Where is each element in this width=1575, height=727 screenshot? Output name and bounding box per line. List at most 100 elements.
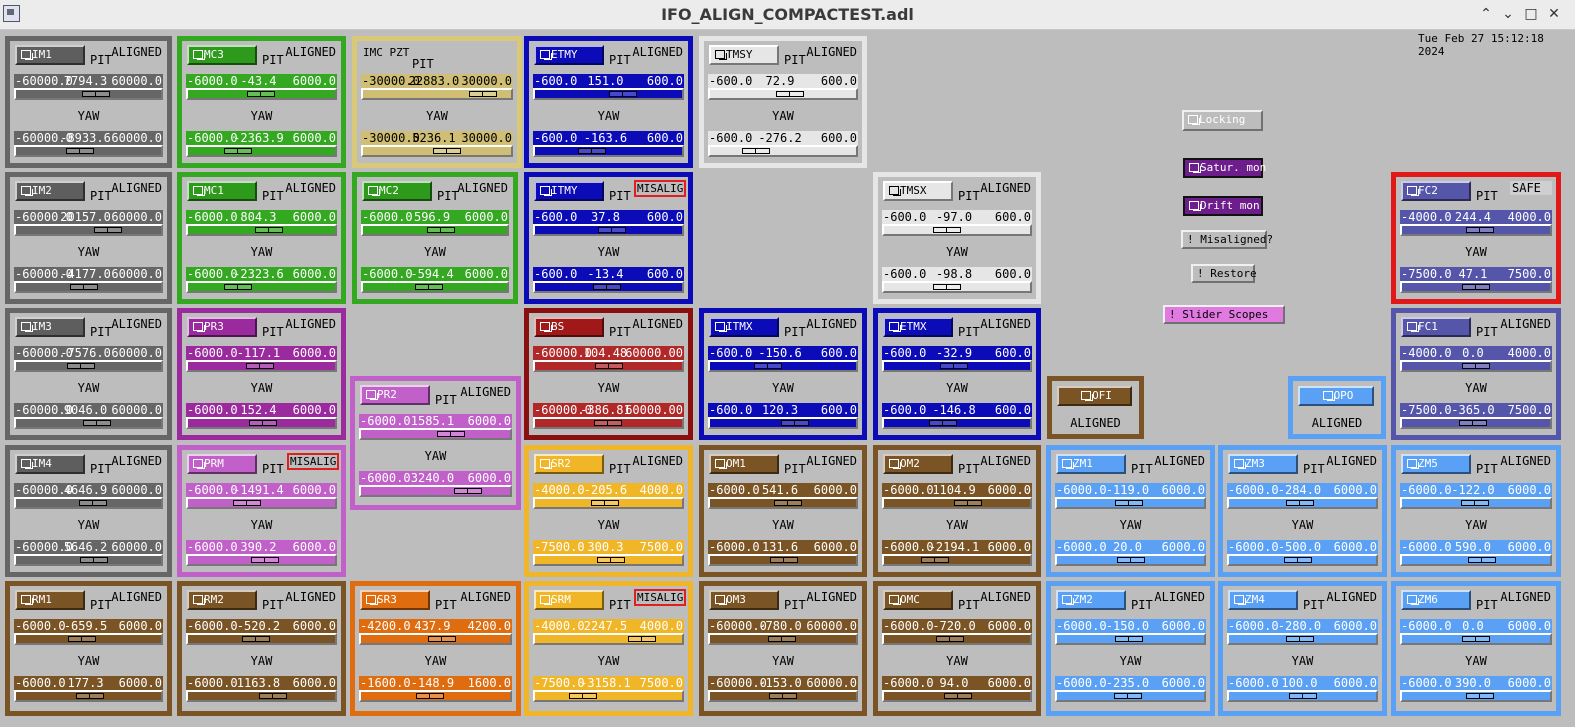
yaw-slider-thumb[interactable] — [259, 693, 287, 699]
yaw-slider-thumb[interactable] — [1466, 693, 1494, 699]
pit-slider-thumb[interactable] — [591, 500, 619, 506]
yaw-slider-thumb[interactable] — [249, 420, 277, 426]
yaw-slider[interactable] — [533, 417, 684, 429]
pit-slider[interactable] — [359, 633, 512, 645]
pit-slider-thumb[interactable] — [469, 91, 497, 97]
pit-slider-thumb[interactable] — [754, 363, 782, 369]
pit-slider[interactable] — [882, 360, 1032, 372]
pit-slider-thumb[interactable] — [233, 500, 261, 506]
yaw-slider-thumb[interactable] — [70, 284, 98, 290]
related-display-button-sr3[interactable]: SR3 — [360, 590, 430, 610]
related-display-button-etmy[interactable]: ETMY — [534, 45, 604, 65]
related-display-button-mc3[interactable]: MC3 — [187, 45, 257, 65]
yaw-slider-thumb[interactable] — [944, 693, 972, 699]
pit-slider-thumb[interactable] — [954, 500, 982, 506]
yaw-slider[interactable] — [14, 417, 163, 429]
pit-slider[interactable] — [1055, 633, 1206, 645]
pit-slider-thumb[interactable] — [1462, 363, 1490, 369]
yaw-slider-thumb[interactable] — [578, 148, 606, 154]
related-display-button-zm3[interactable]: ZM3 — [1228, 454, 1298, 474]
related-display-button-pr3[interactable]: PR3 — [187, 317, 257, 337]
pit-slider-thumb[interactable] — [1286, 636, 1314, 642]
pit-slider[interactable] — [186, 224, 337, 236]
pit-slider-thumb[interactable] — [437, 431, 465, 437]
yaw-slider[interactable] — [882, 281, 1032, 293]
pit-slider-thumb[interactable] — [94, 227, 122, 233]
pit-slider[interactable] — [361, 224, 509, 236]
related-display-button-tmsx[interactable]: TMSX — [883, 181, 953, 201]
related-display-button-om1[interactable]: OM1 — [709, 454, 779, 474]
pit-slider[interactable] — [186, 633, 337, 645]
yaw-slider[interactable] — [361, 145, 513, 157]
yaw-slider-thumb[interactable] — [66, 148, 94, 154]
yaw-slider[interactable] — [1227, 690, 1378, 702]
pit-slider[interactable] — [1400, 497, 1552, 509]
yaw-slider[interactable] — [533, 281, 684, 293]
pit-slider-thumb[interactable] — [609, 91, 637, 97]
locking-button[interactable]: Locking — [1182, 110, 1263, 131]
pit-slider[interactable] — [1227, 633, 1378, 645]
restore-button[interactable]: ! Restore — [1191, 264, 1257, 283]
related-display-button-etmx[interactable]: ETMX — [883, 317, 953, 337]
satur-mon-button[interactable]: Satur. mon — [1183, 158, 1266, 178]
pit-slider-thumb[interactable] — [774, 500, 802, 506]
collapse-icon[interactable]: ⌃ — [1476, 3, 1496, 25]
pit-slider[interactable] — [533, 88, 684, 100]
related-display-button-im4[interactable]: IM4 — [15, 454, 85, 474]
pit-slider-thumb[interactable] — [776, 91, 804, 97]
yaw-slider-thumb[interactable] — [83, 420, 111, 426]
yaw-slider[interactable] — [882, 690, 1032, 702]
yaw-slider-thumb[interactable] — [1462, 284, 1490, 290]
yaw-slider-thumb[interactable] — [1289, 693, 1317, 699]
pit-slider-thumb[interactable] — [242, 636, 270, 642]
pit-slider-thumb[interactable] — [1462, 636, 1490, 642]
related-display-button-om2[interactable]: OM2 — [883, 454, 953, 474]
related-display-button-om3[interactable]: OM3 — [709, 590, 779, 610]
pit-slider-thumb[interactable] — [628, 636, 656, 642]
pit-slider[interactable] — [186, 360, 337, 372]
related-display-button-omc[interactable]: OMC — [883, 590, 953, 610]
related-display-button-itmx[interactable]: ITMX — [709, 317, 779, 337]
yaw-slider-thumb[interactable] — [1468, 557, 1496, 563]
maximize-icon[interactable]: □ — [1521, 3, 1541, 25]
yaw-slider-thumb[interactable] — [251, 557, 279, 563]
yaw-slider[interactable] — [186, 554, 337, 566]
related-display-button-rm1[interactable]: RM1 — [15, 590, 85, 610]
slider-scopes-button[interactable]: ! Slider Scopes — [1163, 305, 1285, 324]
yaw-slider-thumb[interactable] — [781, 420, 809, 426]
pit-slider[interactable] — [708, 633, 858, 645]
yaw-slider[interactable] — [14, 554, 163, 566]
related-display-button-zm1[interactable]: ZM1 — [1056, 454, 1126, 474]
pit-slider-thumb[interactable] — [79, 500, 107, 506]
pit-slider[interactable] — [14, 360, 163, 372]
yaw-slider-thumb[interactable] — [933, 284, 961, 290]
pit-slider[interactable] — [708, 497, 858, 509]
pit-slider[interactable] — [361, 88, 513, 100]
yaw-slider[interactable] — [14, 281, 163, 293]
related-display-button-bs[interactable]: BS — [534, 317, 604, 337]
related-display-button-rm2[interactable]: RM2 — [187, 590, 257, 610]
yaw-slider-thumb[interactable] — [80, 557, 108, 563]
misaligned-button[interactable]: ! Misaligned? — [1181, 230, 1273, 249]
pit-slider[interactable] — [14, 224, 163, 236]
yaw-slider-thumb[interactable] — [597, 557, 625, 563]
pit-slider-thumb[interactable] — [67, 363, 95, 369]
pit-slider[interactable] — [882, 497, 1032, 509]
yaw-slider-thumb[interactable] — [742, 148, 770, 154]
yaw-slider[interactable] — [186, 417, 337, 429]
yaw-slider[interactable] — [1400, 417, 1552, 429]
yaw-slider-thumb[interactable] — [929, 420, 957, 426]
yaw-slider[interactable] — [186, 281, 337, 293]
yaw-slider[interactable] — [708, 417, 858, 429]
yaw-slider[interactable] — [1400, 554, 1552, 566]
pit-slider-thumb[interactable] — [247, 91, 275, 97]
drift-mon-button[interactable]: Drift mon — [1183, 196, 1263, 216]
pit-slider-thumb[interactable] — [68, 636, 96, 642]
yaw-slider-thumb[interactable] — [1114, 693, 1142, 699]
yaw-slider-thumb[interactable] — [1117, 557, 1145, 563]
pit-slider-thumb[interactable] — [595, 363, 623, 369]
yaw-slider[interactable] — [14, 690, 163, 702]
pit-slider[interactable] — [533, 633, 684, 645]
yaw-slider[interactable] — [359, 485, 512, 497]
pit-slider-thumb[interactable] — [1286, 500, 1314, 506]
